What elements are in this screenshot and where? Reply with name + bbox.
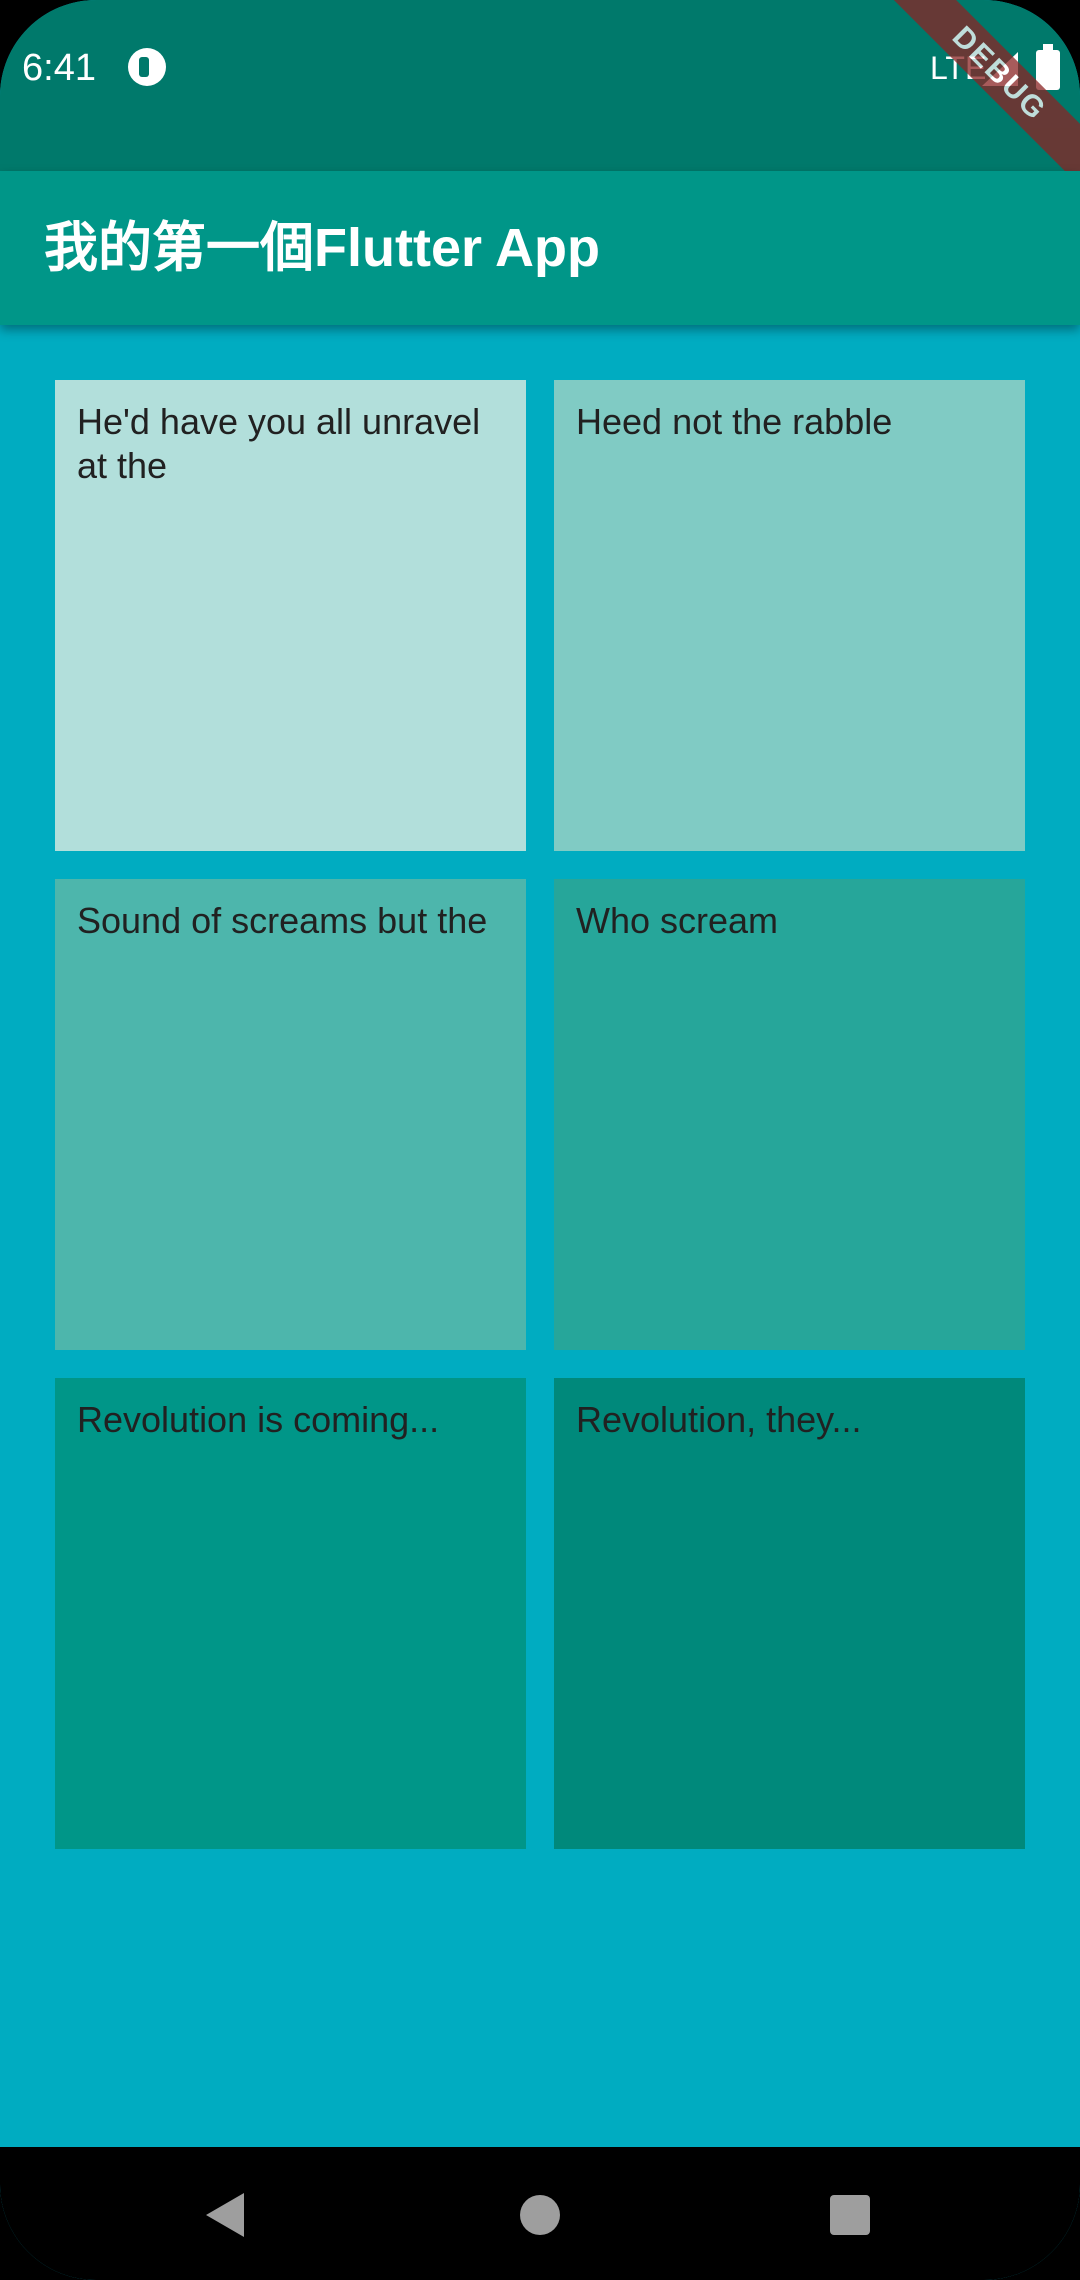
grid-tile: He'd have you all unravel at the <box>55 380 526 851</box>
app-bar: 我的第一個Flutter App <box>0 171 1080 325</box>
navigation-bar <box>0 2147 1080 2280</box>
recents-icon[interactable] <box>830 2195 870 2235</box>
grid-tile-text: Sound of screams but the <box>77 900 488 941</box>
back-icon[interactable] <box>206 2193 244 2237</box>
status-time: 6:41 <box>22 47 96 89</box>
grid-tile: Heed not the rabble <box>554 380 1025 851</box>
app-title: 我的第一個Flutter App <box>44 218 600 278</box>
grid-tile-text: Revolution, they... <box>576 1399 862 1440</box>
grid-tile-text: Revolution is coming... <box>77 1399 440 1440</box>
grid-tile: Revolution, they... <box>554 1378 1025 1849</box>
home-icon[interactable] <box>520 2195 560 2235</box>
grid-tile-text: Heed not the rabble <box>576 401 893 442</box>
grid-tile-text: He'd have you all unravel at the <box>77 401 481 486</box>
phone-screen: 6:41 LTE DEBUG 我的第一個Flutter App He'd hav… <box>0 0 1080 2280</box>
app-notification-icon <box>128 48 166 86</box>
grid-tile: Sound of screams but the <box>55 879 526 1350</box>
grid-tile: Who scream <box>554 879 1025 1350</box>
status-bar: 6:41 LTE <box>0 0 1080 171</box>
grid-tile: Revolution is coming... <box>55 1378 526 1849</box>
grid-tile-text: Who scream <box>576 900 779 941</box>
